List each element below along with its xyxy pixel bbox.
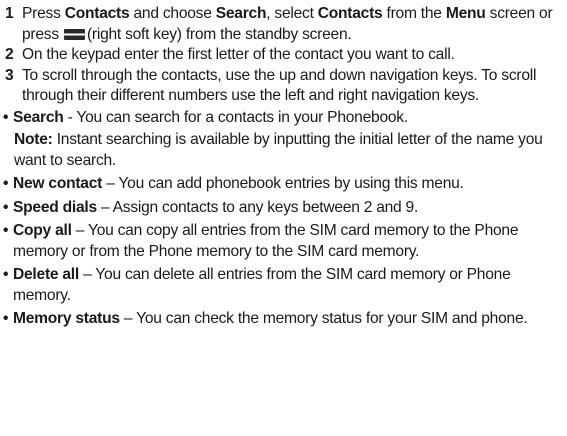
item-separator: – (119, 310, 137, 327)
manual-page: 1 Press Contacts and choose Search, sele… (0, 0, 567, 436)
item-title: New contact (13, 175, 103, 192)
step-2: 2 On the keypad enter the first letter o… (2, 45, 567, 66)
note: Note: Instant searching is available by … (2, 130, 567, 171)
item-new-contact: • New contact – You can add phonebook en… (2, 174, 567, 195)
item-separator: - (63, 108, 77, 126)
item-separator: – (96, 198, 113, 216)
step-text: and choose (129, 5, 216, 22)
item-delete-all: • Delete all – You can delete all entrie… (2, 265, 567, 306)
item-title: Copy all (13, 222, 72, 239)
step-text: (right soft key) from the standby screen… (86, 25, 352, 43)
bullet-icon: • (3, 198, 9, 216)
item-text: You can check the memory status for your… (136, 310, 528, 327)
bullet-icon: • (3, 266, 9, 283)
item-separator: – (71, 222, 88, 239)
step-1: 1 Press Contacts and choose Search, sele… (2, 4, 567, 45)
bullet-icon: • (3, 108, 9, 126)
item-search: • Search - You can search for a contacts… (2, 108, 567, 129)
step-number: 3 (5, 66, 14, 84)
right-soft-key-icon (63, 28, 85, 40)
item-separator: – (102, 175, 119, 192)
step-number: 1 (5, 5, 14, 22)
item-text: You can copy all entries from the SIM ca… (13, 222, 519, 260)
item-memory-status: • Memory status – You can check the memo… (2, 309, 567, 330)
note-label: Note: (14, 131, 53, 148)
bullet-icon: • (3, 310, 9, 327)
step-text: Press (22, 5, 65, 22)
item-title: Search (13, 108, 64, 126)
item-text: You can search for a contacts in your Ph… (76, 108, 408, 126)
item-text: You can add phonebook entries by using t… (118, 175, 464, 192)
step-keyword: Search (215, 5, 267, 22)
step-text: To scroll through the contacts, use the … (22, 66, 537, 105)
item-separator: – (78, 266, 96, 283)
item-title: Memory status (13, 310, 120, 327)
step-number: 2 (5, 46, 14, 63)
step-keyword: Contacts (64, 5, 130, 22)
item-title: Speed dials (13, 198, 97, 216)
item-title: Delete all (13, 266, 79, 283)
step-text: , select (266, 5, 318, 22)
note-text: Instant searching is available by inputt… (14, 131, 543, 169)
step-keyword: Contacts (317, 5, 383, 22)
step-text: from the (382, 5, 446, 22)
item-copy-all: • Copy all – You can copy all entries fr… (2, 221, 567, 262)
item-text: Assign contacts to any keys between 2 an… (112, 198, 419, 216)
item-speed-dials: • Speed dials – Assign contacts to any k… (2, 198, 567, 219)
step-3: 3 To scroll through the contacts, use th… (2, 66, 567, 107)
step-text: On the keypad enter the first letter of … (22, 46, 455, 63)
step-keyword: Menu (445, 5, 486, 22)
bullet-icon: • (3, 222, 9, 239)
bullet-icon: • (3, 175, 9, 192)
